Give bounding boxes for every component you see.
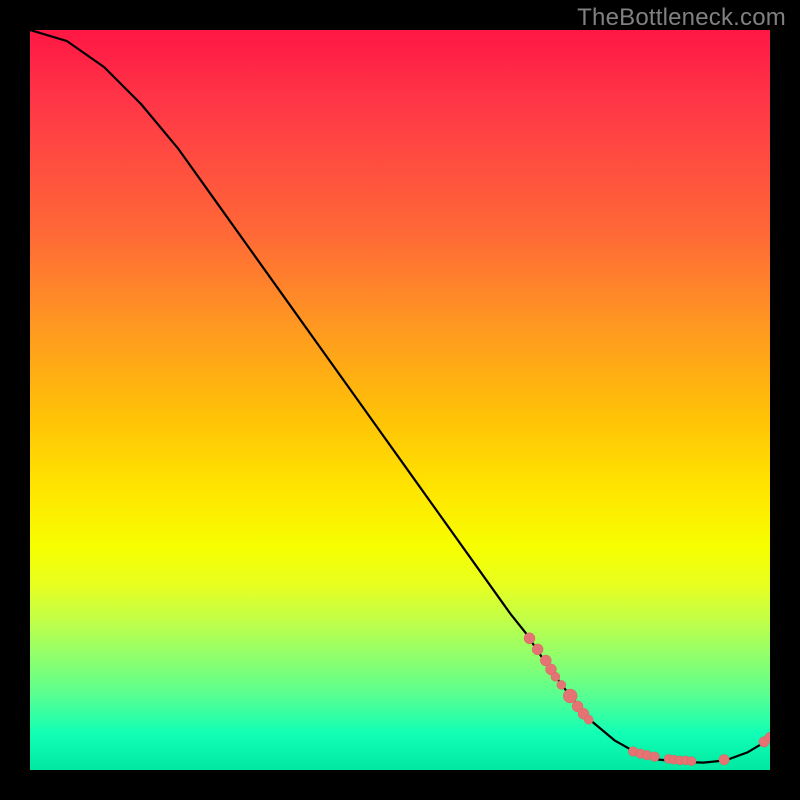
data-marker	[650, 752, 660, 762]
data-marker	[524, 633, 535, 644]
marker-group	[524, 633, 770, 766]
data-marker	[563, 689, 577, 703]
data-marker	[557, 680, 566, 689]
plot-area	[30, 30, 770, 770]
watermark-text: TheBottleneck.com	[577, 4, 786, 32]
bottleneck-curve	[30, 30, 770, 763]
data-marker	[584, 715, 593, 724]
data-marker	[532, 644, 543, 655]
data-marker	[719, 754, 729, 764]
data-marker	[551, 672, 560, 681]
chart-overlay-svg	[30, 30, 770, 770]
data-marker	[687, 757, 696, 766]
chart-stage: TheBottleneck.com	[0, 0, 800, 800]
